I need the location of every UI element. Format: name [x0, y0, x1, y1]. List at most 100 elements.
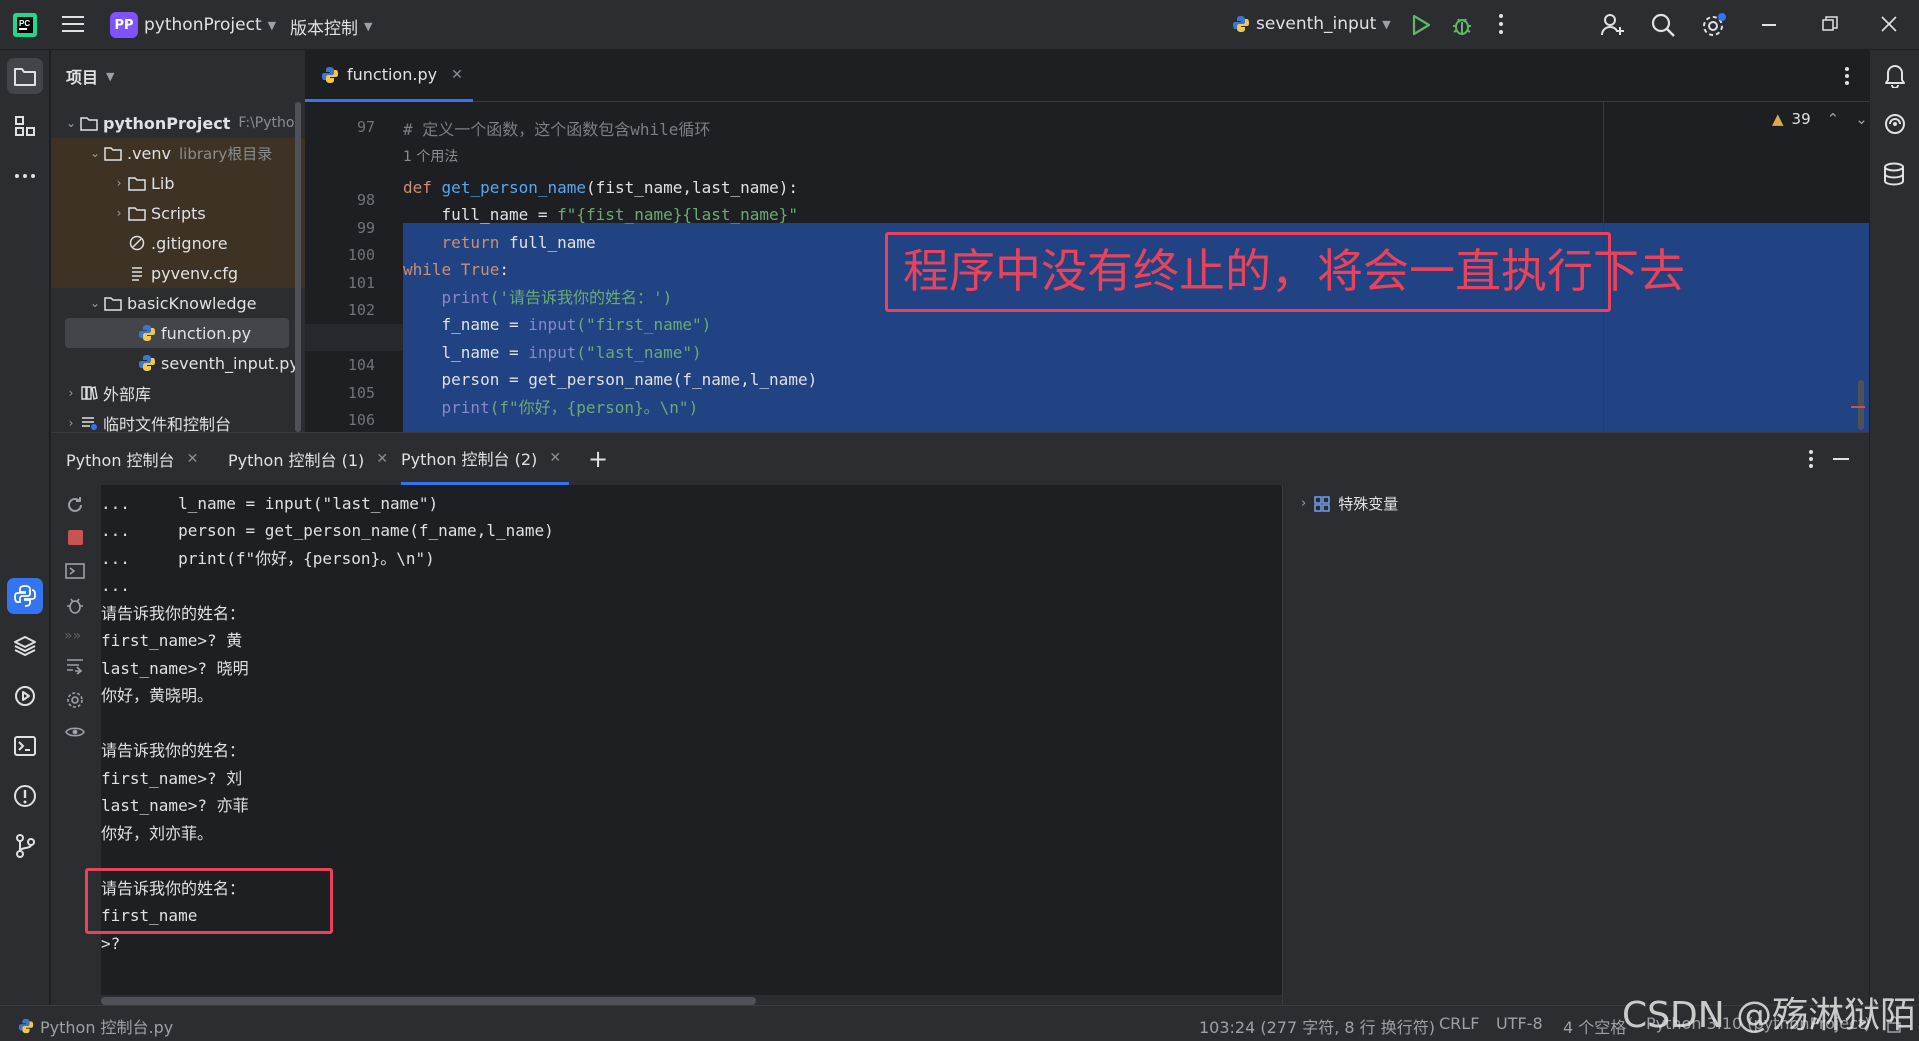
project-switcher[interactable]: PP pythonProject ▼: [110, 12, 276, 38]
tree-item-basicKnowledge[interactable]: ⌄ basicKnowledge: [51, 288, 305, 318]
config-file-icon: [127, 265, 147, 281]
previous-highlight-icon[interactable]: ⌃: [1827, 110, 1840, 128]
tree-item-label: Lib: [151, 173, 175, 193]
close-tab-icon[interactable]: ✕: [549, 450, 561, 466]
status-line-separator[interactable]: CRLF: [1439, 1014, 1479, 1033]
tree-item-function-py[interactable]: function.py: [65, 318, 289, 348]
more-tools-icon[interactable]: [7, 158, 43, 194]
restore-icon[interactable]: [1822, 16, 1838, 32]
services-tool-button[interactable]: [7, 678, 43, 714]
execute-console-icon[interactable]: [65, 563, 85, 581]
editor-scrollbar[interactable]: [1858, 380, 1864, 430]
add-console-plus-icon[interactable]: +: [588, 445, 608, 473]
app-logo-icon[interactable]: PC: [12, 12, 38, 38]
history-icon[interactable]: »»: [64, 628, 81, 644]
chevron-right-icon: ›: [68, 416, 74, 430]
rerun-icon[interactable]: [65, 495, 85, 515]
code-comment: # 定义一个函数，这个函数包含while循环: [403, 120, 711, 139]
vcs-menu[interactable]: 版本控制 ▼: [290, 14, 372, 39]
terminal-tool-button[interactable]: [7, 728, 43, 764]
tree-item-scripts[interactable]: › Scripts: [51, 198, 305, 228]
search-icon[interactable]: [1650, 12, 1676, 38]
show-variables-eye-icon[interactable]: [65, 725, 85, 739]
python-file-icon: [1233, 16, 1249, 32]
code-token: full_name =: [403, 205, 558, 224]
console-options-icon[interactable]: [1808, 449, 1814, 469]
code-token: ("last_name"): [576, 343, 702, 362]
close-tab-icon[interactable]: ✕: [451, 67, 463, 83]
code-token: while: [403, 260, 452, 279]
next-highlight-icon[interactable]: ⌄: [1855, 110, 1868, 128]
stop-icon[interactable]: [68, 530, 83, 545]
debug-console-icon[interactable]: [65, 595, 85, 615]
ai-assistant-icon[interactable]: [1883, 112, 1907, 136]
console-input-prompt[interactable]: >?: [101, 930, 120, 957]
console-line: 请告诉我你的姓名：: [101, 604, 246, 623]
console-output[interactable]: ... l_name = input("last_name") ... pers…: [85, 485, 1327, 1006]
tree-item-gitignore[interactable]: .gitignore: [51, 228, 305, 258]
status-encoding[interactable]: UTF-8: [1496, 1014, 1543, 1033]
structure-tool-button[interactable]: [7, 108, 43, 144]
project-tree-scrollbar[interactable]: [295, 102, 301, 432]
console-horizontal-scrollbar[interactable]: [101, 997, 756, 1005]
editor-tab-options-icon[interactable]: [1844, 66, 1850, 86]
warning-circle-icon: [14, 785, 36, 807]
status-breadcrumb[interactable]: Python 控制台.py: [18, 1014, 173, 1038]
soft-wrap-icon[interactable]: [65, 657, 85, 675]
usage-hint[interactable]: 1 个用法: [403, 146, 458, 166]
close-window-icon[interactable]: [1880, 15, 1898, 33]
status-file-label: Python 控制台.py: [40, 1018, 174, 1037]
project-badge: PP: [110, 12, 138, 38]
run-config-selector[interactable]: seventh_input ▼: [1232, 14, 1391, 34]
console-settings-gear-icon[interactable]: [65, 690, 85, 710]
project-tool-button[interactable]: [7, 58, 43, 94]
status-indent[interactable]: 4 个空格: [1563, 1014, 1626, 1038]
close-tab-icon[interactable]: ✕: [376, 451, 388, 467]
console-tab-bar: Python 控制台 ✕ Python 控制台 (1) ✕ Python 控制台…: [51, 433, 1869, 485]
run-config-label: seventh_input: [1256, 14, 1377, 34]
git-tool-button[interactable]: [7, 828, 43, 864]
console-line: first_name>? 刘: [101, 769, 243, 788]
settings-gear-icon[interactable]: [1700, 11, 1728, 39]
python-console-tool-button[interactable]: [7, 578, 43, 614]
tree-item-label: Scripts: [151, 203, 206, 223]
bottom-tool-window: Python 控制台 ✕ Python 控制台 (1) ✕ Python 控制台…: [51, 432, 1869, 1006]
code-line-98: def get_person_name(fist_name,last_name)…: [403, 174, 798, 201]
tab-python-console[interactable]: Python 控制台 ✕: [66, 433, 198, 485]
code-line-101: while True:: [403, 256, 509, 283]
editor-tab-bar: function.py ✕: [305, 50, 1869, 102]
main-menu-icon[interactable]: [62, 14, 84, 34]
run-button[interactable]: [1410, 13, 1432, 37]
notifications-bell-icon[interactable]: [1883, 62, 1907, 88]
code-token: f"{fist_name}{last_name}": [557, 205, 798, 224]
inspection-widget[interactable]: ▲ 39 ⌃ ⌄: [1772, 110, 1868, 128]
problems-tool-button[interactable]: [7, 778, 43, 814]
status-caret-position[interactable]: 103:24 (277 字符, 8 行 换行符): [1199, 1014, 1435, 1038]
tree-item-seventh-input-py[interactable]: seventh_input.py: [51, 348, 305, 378]
current-line-gutter-highlight: [305, 324, 403, 351]
code-token: print: [403, 288, 490, 307]
annotation-box: [85, 868, 333, 934]
tree-item-external-libraries[interactable]: › 外部库: [51, 378, 305, 408]
tree-item-lib[interactable]: › Lib: [51, 168, 305, 198]
tree-item-pythonProject[interactable]: ⌄ pythonProject F:\Pytho: [51, 108, 305, 138]
tree-item-scratches[interactable]: › 临时文件和控制台: [51, 408, 305, 432]
tab-python-console-2[interactable]: Python 控制台 (2) ✕: [401, 433, 570, 485]
tree-item-label: .venv: [127, 143, 172, 163]
database-icon[interactable]: [1883, 162, 1905, 186]
error-stripe-marker[interactable]: [1851, 406, 1865, 408]
special-variables-node[interactable]: › 特殊变量: [1301, 493, 1398, 514]
close-tab-icon[interactable]: ✕: [187, 451, 199, 467]
editor-tab-function-py[interactable]: function.py ✕: [305, 50, 473, 102]
project-panel-title: 项目: [66, 68, 99, 87]
project-panel-header[interactable]: 项目 ▼: [66, 64, 114, 88]
more-actions-icon[interactable]: [1498, 13, 1504, 35]
python-packages-tool-button[interactable]: [7, 628, 43, 664]
tree-item-venv[interactable]: ⌄ .venv library根目录: [51, 138, 305, 168]
hide-panel-icon[interactable]: [1833, 458, 1849, 460]
add-user-icon[interactable]: [1600, 12, 1626, 38]
debug-button[interactable]: [1450, 13, 1474, 37]
tab-python-console-1[interactable]: Python 控制台 (1) ✕: [228, 433, 388, 485]
minimize-icon[interactable]: [1762, 24, 1776, 26]
tree-item-pyvenv-cfg[interactable]: pyvenv.cfg: [51, 258, 305, 288]
